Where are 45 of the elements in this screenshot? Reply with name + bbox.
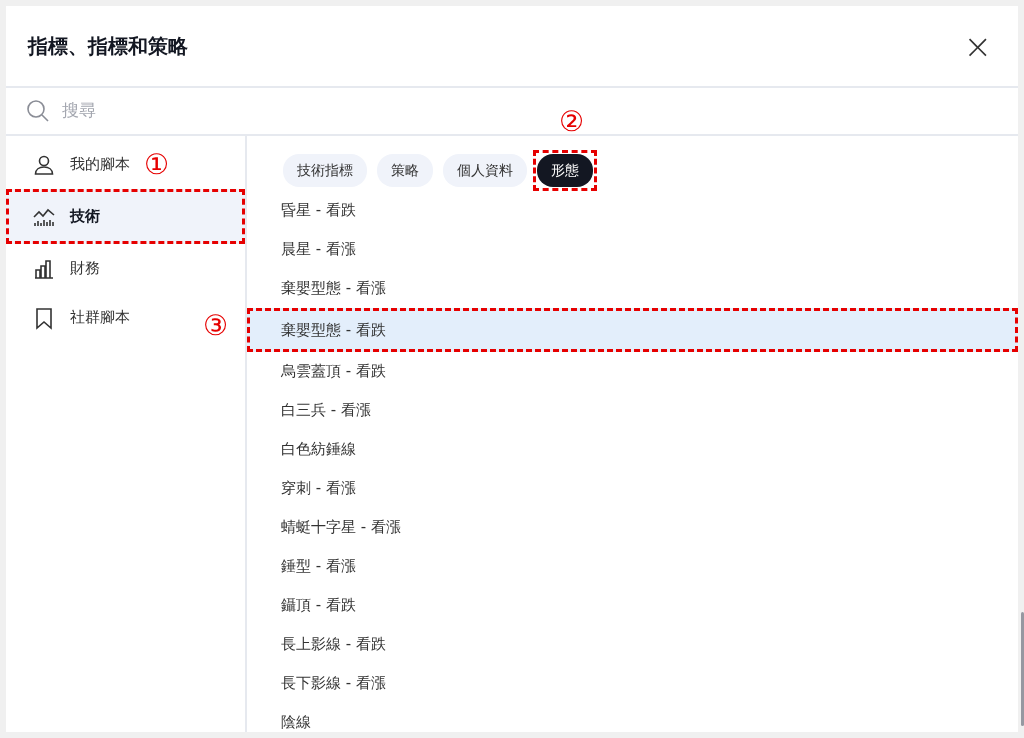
pattern-label: 烏雲蓋頂 - 看跌 bbox=[281, 361, 386, 383]
filter-chip[interactable]: 技術指標 bbox=[283, 154, 367, 187]
pattern-label: 長下影線 - 看漲 bbox=[281, 673, 386, 695]
sidebar-item[interactable]: 技術 bbox=[6, 189, 245, 244]
sidebar-item[interactable]: 財務 bbox=[6, 248, 108, 289]
callout-number: ③ bbox=[203, 312, 229, 340]
scrollbar[interactable] bbox=[1021, 612, 1024, 726]
pattern-item[interactable]: 鑷頂 - 看跌 bbox=[247, 586, 1018, 625]
pattern-item[interactable]: 昏星 - 看跌 bbox=[247, 191, 1018, 230]
sidebar-label: 社群腳本 bbox=[70, 307, 130, 329]
sidebar-label: 財務 bbox=[70, 258, 100, 280]
pattern-label: 長上影線 - 看跌 bbox=[281, 634, 386, 656]
search-icon bbox=[26, 99, 50, 123]
dialog-title: 指標、指標和策略 bbox=[28, 33, 188, 60]
pattern-item[interactable]: 棄嬰型態 - 看漲 bbox=[247, 269, 1018, 308]
filter-chip[interactable]: 策略 bbox=[377, 154, 433, 187]
pattern-item[interactable]: 長下影線 - 看漲 bbox=[247, 664, 1018, 703]
pattern-label: 鑷頂 - 看跌 bbox=[281, 595, 356, 617]
pattern-item[interactable]: 晨星 - 看漲 bbox=[247, 230, 1018, 269]
pattern-label: 穿刺 - 看漲 bbox=[281, 478, 356, 500]
pattern-label: 昏星 - 看跌 bbox=[281, 200, 356, 222]
pattern-item[interactable]: 陰線 bbox=[247, 703, 1018, 738]
sidebar-label: 技術 bbox=[70, 206, 100, 228]
filter-chip[interactable]: 個人資料 bbox=[443, 154, 527, 187]
pattern-label: 白色紡錘線 bbox=[281, 439, 356, 461]
pattern-item[interactable]: 穿刺 - 看漲 bbox=[247, 469, 1018, 508]
pattern-label: 晨星 - 看漲 bbox=[281, 239, 356, 261]
pattern-label: 陰線 bbox=[281, 712, 311, 734]
pattern-item[interactable]: 錘型 - 看漲 bbox=[247, 547, 1018, 586]
pattern-item[interactable]: 白色紡錘線 bbox=[247, 430, 1018, 469]
sidebar-item[interactable]: 我的腳本 ① bbox=[6, 144, 178, 185]
callout-number: ① bbox=[144, 150, 170, 179]
pattern-item[interactable]: 長上影線 - 看跌 bbox=[247, 625, 1018, 664]
pattern-label: 白三兵 - 看漲 bbox=[281, 400, 371, 422]
pattern-label: 錘型 - 看漲 bbox=[281, 556, 356, 578]
pattern-item[interactable]: 白三兵 - 看漲 bbox=[247, 391, 1018, 430]
pattern-item[interactable]: 烏雲蓋頂 - 看跌 bbox=[247, 352, 1018, 391]
pattern-label: 棄嬰型態 - 看跌 bbox=[281, 319, 386, 341]
filter-chip[interactable]: 形態 bbox=[537, 154, 593, 187]
pattern-label: 蜻蜓十字星 - 看漲 bbox=[281, 517, 401, 539]
pattern-item[interactable]: 蜻蜓十字星 - 看漲 bbox=[247, 508, 1018, 547]
close-button[interactable]: × bbox=[959, 29, 996, 63]
sidebar-item[interactable]: 社群腳本 bbox=[6, 297, 138, 338]
pattern-label: 棄嬰型態 - 看漲 bbox=[281, 278, 386, 300]
sidebar-label: 我的腳本 bbox=[70, 154, 130, 176]
